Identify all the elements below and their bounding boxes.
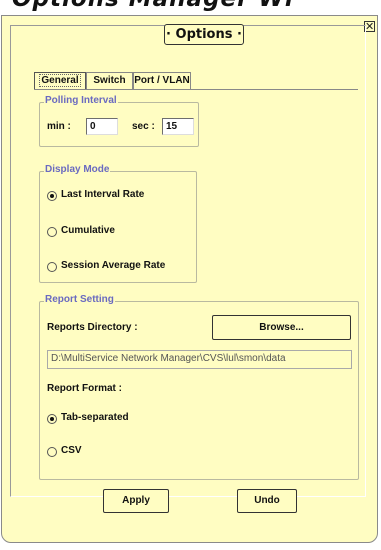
browse-button[interactable]: Browse... <box>212 315 351 340</box>
reports-directory-path: D:\MultiService Network Manager\CVS\lul\… <box>47 350 352 369</box>
tab-port-vlan-label: Port / VLAN <box>134 75 190 86</box>
min-input[interactable]: 0 <box>86 118 118 135</box>
display-mode-legend: Display Mode <box>44 164 111 175</box>
radio-session-average-rate[interactable] <box>47 262 57 272</box>
radio-csv[interactable] <box>47 447 57 457</box>
last-interval-rate-label: Last Interval Rate <box>61 189 145 200</box>
tab-divider <box>34 89 358 90</box>
report-setting-legend: Report Setting <box>44 294 115 305</box>
tab-general[interactable]: General <box>34 72 86 90</box>
tab-separated-label: Tab-separated <box>61 412 129 423</box>
radio-last-interval-rate[interactable] <box>47 191 57 201</box>
undo-button[interactable]: Undo <box>237 489 297 513</box>
min-label: min : <box>47 121 71 132</box>
dialog-title: · Options · <box>164 24 244 45</box>
tab-switch[interactable]: Switch <box>86 72 133 89</box>
tab-switch-label: Switch <box>93 75 126 86</box>
radio-tab-separated[interactable] <box>47 414 57 424</box>
tab-general-label: General <box>39 74 81 87</box>
report-format-label: Report Format : <box>47 383 122 394</box>
csv-label: CSV <box>61 445 82 456</box>
sec-input[interactable]: 15 <box>162 118 194 135</box>
tab-port-vlan[interactable]: Port / VLAN <box>133 72 191 89</box>
radio-cumulative[interactable] <box>47 227 57 237</box>
reports-directory-label: Reports Directory : <box>47 322 138 333</box>
apply-button[interactable]: Apply <box>103 489 169 513</box>
cumulative-label: Cumulative <box>61 225 115 236</box>
background-header-text: Options Manager Wi <box>12 0 381 16</box>
session-average-rate-label: Session Average Rate <box>61 260 166 271</box>
polling-interval-legend: Polling Interval <box>44 95 118 106</box>
sec-label: sec : <box>132 121 155 132</box>
